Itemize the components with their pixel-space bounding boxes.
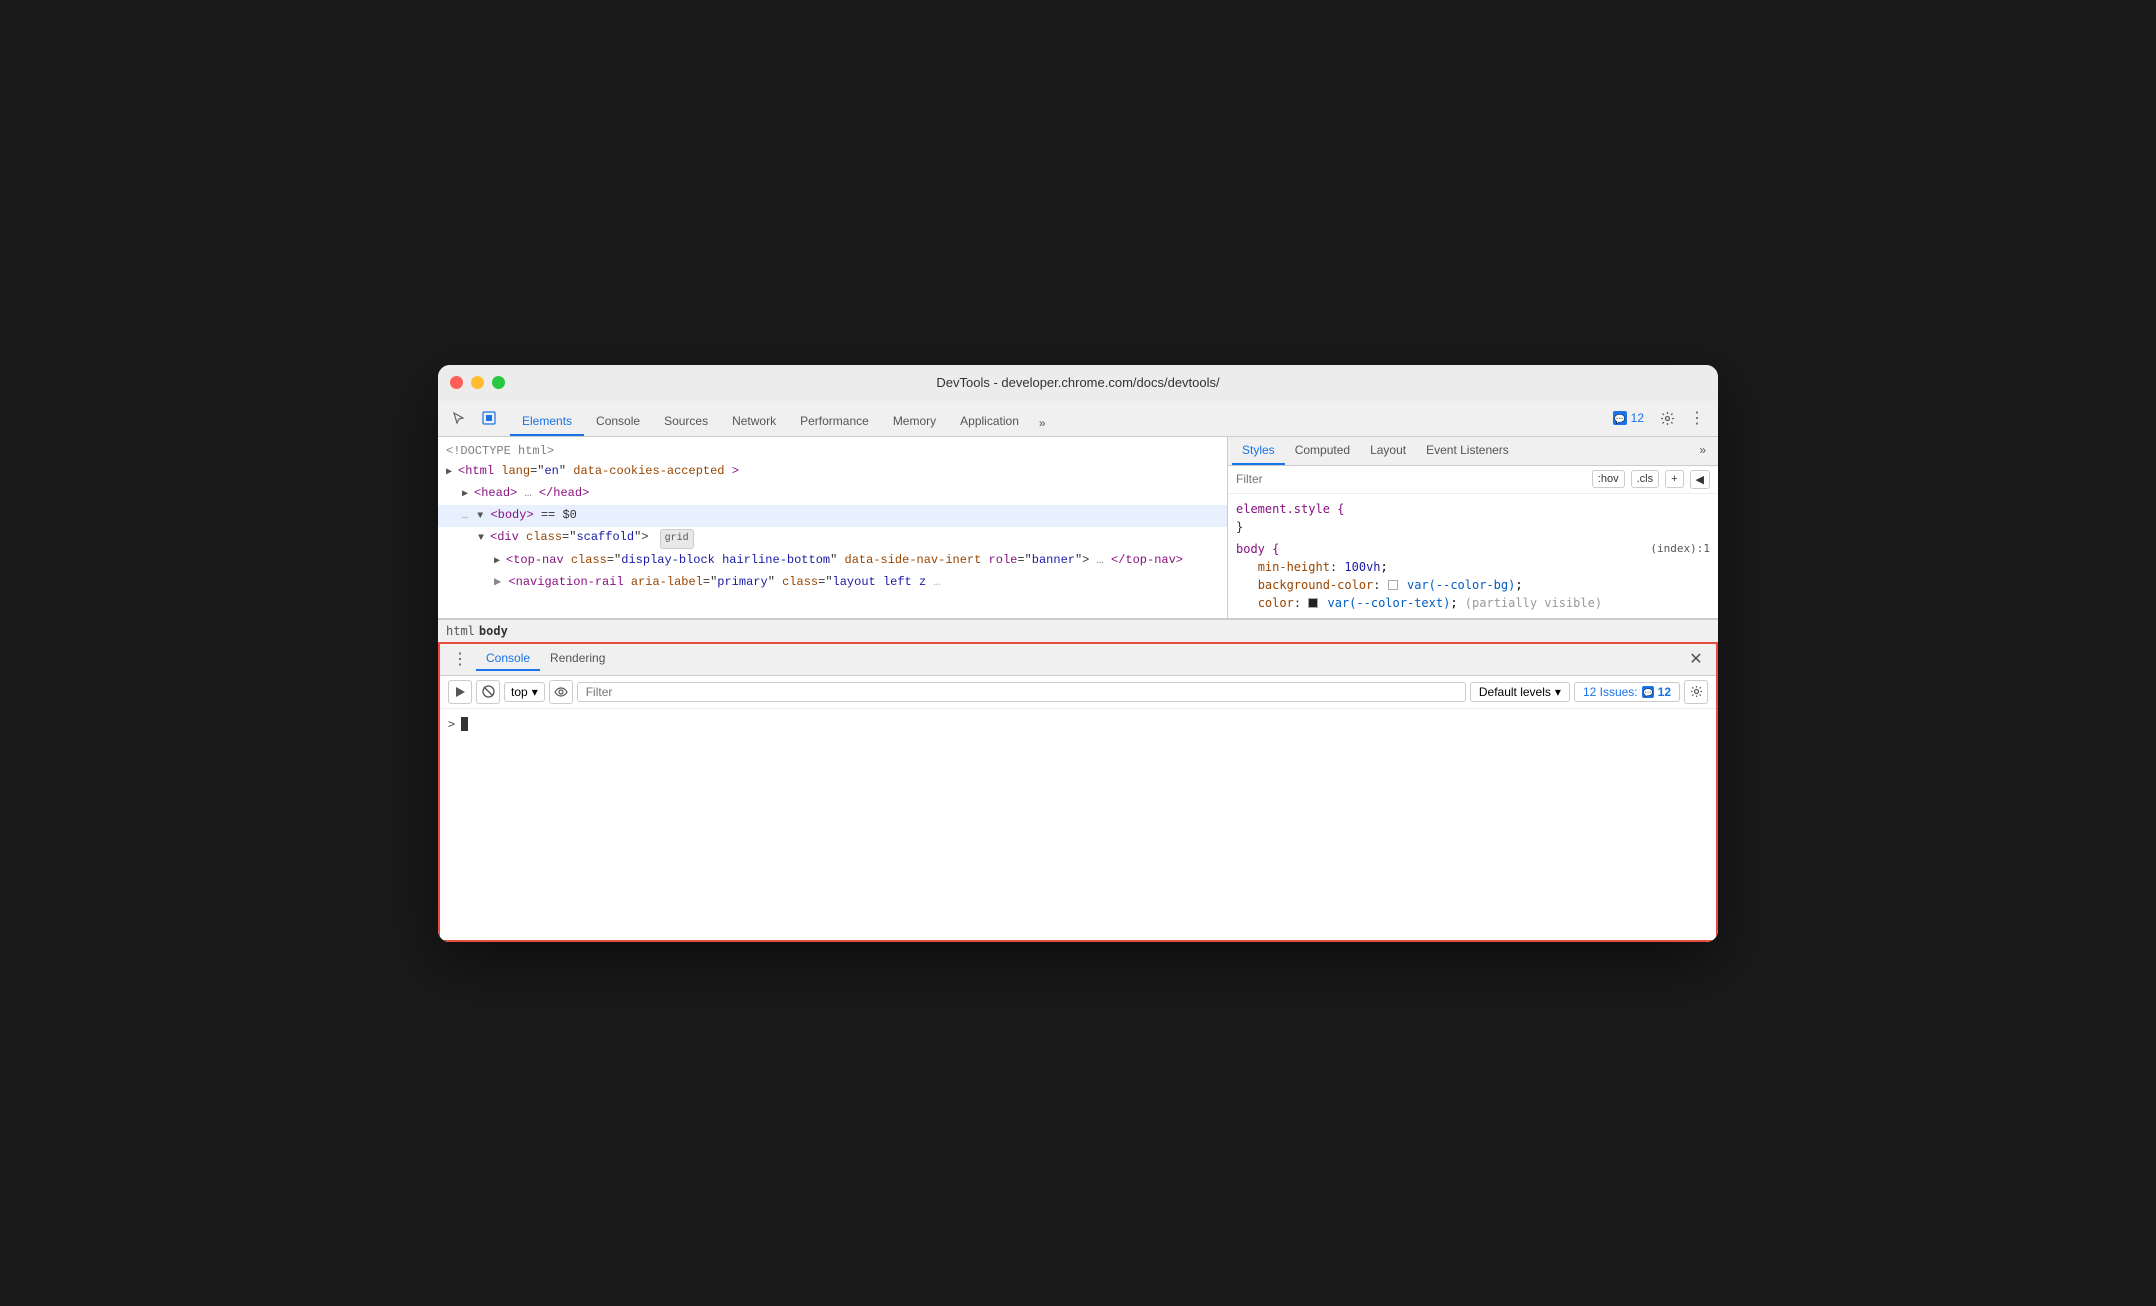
console-issues-button[interactable]: 12 Issues: 💬 12	[1574, 682, 1680, 702]
console-eye-button[interactable]	[549, 680, 573, 704]
cursor-icon-button[interactable]	[446, 405, 472, 431]
issues-button[interactable]: 💬 12	[1607, 405, 1650, 431]
console-toolbar: ⋮ Console Rendering ✕	[440, 644, 1716, 676]
issues-text: 12 Issues:	[1583, 685, 1638, 699]
console-panel: ⋮ Console Rendering ✕	[438, 642, 1718, 942]
tab-elements[interactable]: Elements	[510, 408, 584, 436]
default-levels-label: Default levels	[1479, 685, 1551, 699]
console-top-label: top	[511, 685, 528, 699]
settings-button[interactable]	[1654, 405, 1680, 431]
more-options-button[interactable]: ⋮	[1684, 405, 1710, 431]
styles-tab-styles[interactable]: Styles	[1232, 437, 1285, 465]
html-line-div-scaffold: ▼ <div class="scaffold"> grid	[438, 527, 1227, 550]
issues-count: 12	[1631, 411, 1644, 425]
html-line-html: ▶ <html lang="en" data-cookies-accepted …	[438, 461, 1227, 483]
console-tab-console[interactable]: Console	[476, 647, 540, 671]
title-bar: DevTools - developer.chrome.com/docs/dev…	[438, 365, 1718, 401]
elements-panel[interactable]: <!DOCTYPE html> ▶ <html lang="en" data-c…	[438, 437, 1228, 618]
inspector-icon-button[interactable]	[476, 405, 502, 431]
console-tab-rendering[interactable]: Rendering	[540, 647, 615, 671]
console-tab-bar: Console Rendering	[476, 647, 615, 671]
console-levels-button[interactable]: Default levels ▾	[1470, 682, 1570, 702]
devtools-container: Elements Console Sources Network Perform…	[438, 401, 1718, 942]
html-line-nav-rail: ▶ <navigation-rail aria-label="primary" …	[438, 572, 1118, 592]
breadcrumb-html[interactable]: html	[446, 624, 475, 638]
body-style-rule: body { (index):1 min-height: 100vh; back…	[1228, 538, 1718, 614]
bg-color-swatch	[1388, 580, 1398, 590]
styles-tab-computed[interactable]: Computed	[1285, 437, 1360, 465]
html-line-doctype: <!DOCTYPE html>	[438, 441, 1227, 461]
styles-tab-layout[interactable]: Layout	[1360, 437, 1416, 465]
console-more-button[interactable]: ⋮	[448, 647, 472, 671]
styles-tab-more[interactable]: »	[1691, 437, 1714, 465]
tab-network[interactable]: Network	[720, 408, 788, 436]
breadcrumb-bar: html body	[438, 619, 1718, 642]
maximize-button[interactable]	[492, 376, 505, 389]
console-settings-button[interactable]	[1684, 680, 1708, 704]
styles-panel: Styles Computed Layout Event Listeners »…	[1228, 437, 1718, 618]
tab-more-button[interactable]: »	[1031, 410, 1054, 436]
tab-memory[interactable]: Memory	[881, 408, 948, 436]
main-tab-bar: Elements Console Sources Network Perform…	[506, 400, 1603, 436]
breadcrumb-area: html body	[438, 618, 1718, 642]
window-title: DevTools - developer.chrome.com/docs/dev…	[936, 375, 1219, 390]
toggle-button[interactable]: ◀	[1690, 470, 1710, 489]
right-panel: Styles Computed Layout Event Listeners »…	[1228, 437, 1718, 618]
html-line-head: ▶ <head> … </head>	[438, 483, 1227, 505]
svg-text:💬: 💬	[1614, 413, 1625, 424]
close-button[interactable]	[450, 376, 463, 389]
console-close-button[interactable]: ✕	[1684, 647, 1708, 671]
levels-arrow: ▾	[1555, 685, 1561, 699]
console-clear-button[interactable]	[476, 680, 500, 704]
console-filter-bar: top ▾ Default levels ▾	[440, 676, 1716, 709]
console-execute-button[interactable]	[448, 680, 472, 704]
cls-button[interactable]: .cls	[1631, 470, 1660, 488]
tab-console[interactable]: Console	[584, 408, 652, 436]
devtools-main: <!DOCTYPE html> ▶ <html lang="en" data-c…	[438, 437, 1718, 618]
styles-tab-event-listeners[interactable]: Event Listeners	[1416, 437, 1519, 465]
element-style-rule: element.style { }	[1228, 498, 1718, 538]
hov-button[interactable]: :hov	[1592, 470, 1625, 488]
traffic-lights	[450, 376, 505, 389]
issues-number: 12	[1658, 685, 1671, 699]
grid-badge[interactable]: grid	[660, 529, 694, 549]
tab-performance[interactable]: Performance	[788, 408, 881, 436]
styles-filter-input[interactable]	[1236, 472, 1592, 486]
console-filter-input[interactable]	[577, 682, 1466, 702]
tab-sources[interactable]: Sources	[652, 408, 720, 436]
html-line-top-nav: ▶ <top-nav class="display-block hairline…	[438, 550, 1227, 572]
text-color-swatch	[1308, 598, 1318, 608]
console-content[interactable]: >	[440, 709, 1716, 940]
tab-application[interactable]: Application	[948, 408, 1031, 436]
plus-button[interactable]: +	[1665, 470, 1683, 488]
styles-filter-bar: :hov .cls + ◀	[1228, 466, 1718, 494]
console-dropdown-arrow: ▾	[532, 685, 538, 699]
console-context-selector[interactable]: top ▾	[504, 682, 545, 702]
toolbar-right: 💬 12 ⋮	[1607, 405, 1710, 431]
devtools-toolbar: Elements Console Sources Network Perform…	[438, 401, 1718, 437]
breadcrumb-body[interactable]: body	[479, 624, 508, 638]
html-line-body[interactable]: … ▼ <body> == $0	[438, 505, 1227, 527]
styles-content[interactable]: element.style { } body { (index):1 min-h…	[1228, 494, 1718, 618]
console-prompt-symbol: >	[448, 717, 455, 731]
minimize-button[interactable]	[471, 376, 484, 389]
console-cursor	[461, 717, 468, 731]
svg-text:💬: 💬	[1643, 687, 1653, 697]
styles-tab-bar: Styles Computed Layout Event Listeners »	[1228, 437, 1718, 466]
styles-filter-right: :hov .cls + ◀	[1592, 470, 1710, 489]
devtools-window: DevTools - developer.chrome.com/docs/dev…	[438, 365, 1718, 942]
